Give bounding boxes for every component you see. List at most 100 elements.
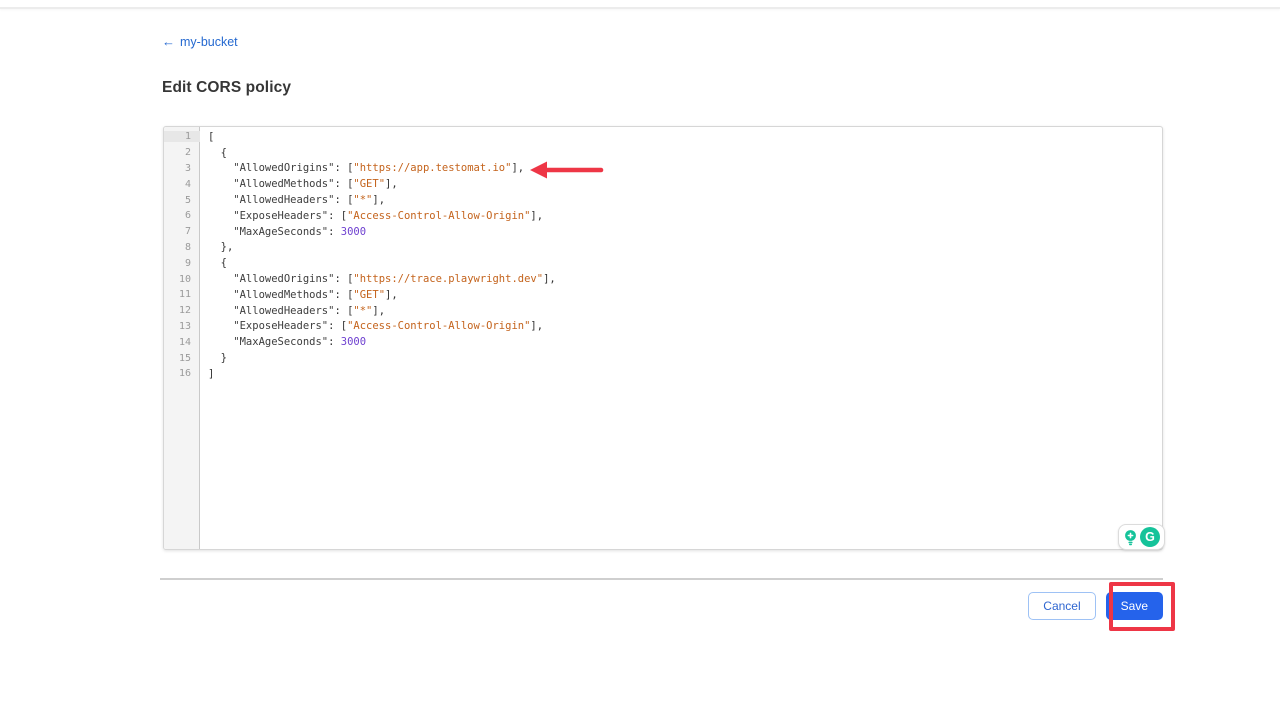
code-token: "AllowedHeaders": [208, 194, 334, 206]
code-line: 13 "ExposeHeaders": ["Access-Control-All…: [164, 319, 1162, 335]
code-text: "ExposeHeaders": ["Access-Control-Allow-…: [200, 320, 543, 332]
line-number: 14: [164, 337, 200, 348]
code-token: : [: [334, 178, 353, 190]
code-token: : [: [328, 320, 347, 332]
code-token: 3000: [341, 336, 366, 348]
code-token: "AllowedHeaders": [208, 305, 334, 317]
code-token: "https://app.testomat.io": [353, 162, 511, 174]
code-line: 4 "AllowedMethods": ["GET"],: [164, 176, 1162, 192]
code-token: "AllowedOrigins": [208, 162, 334, 174]
code-token: "ExposeHeaders": [208, 320, 328, 332]
code-token: :: [328, 336, 341, 348]
line-number: 2: [164, 147, 200, 158]
line-number: 7: [164, 226, 200, 237]
code-text: },: [200, 241, 233, 253]
code-token: "ExposeHeaders": [208, 210, 328, 222]
code-line: 16]: [164, 366, 1162, 382]
line-number: 11: [164, 289, 200, 300]
code-token: ],: [385, 178, 398, 190]
code-text: "ExposeHeaders": ["Access-Control-Allow-…: [200, 210, 543, 222]
code-line: 8 },: [164, 240, 1162, 256]
code-token: {: [208, 147, 227, 159]
line-number: 16: [164, 368, 200, 379]
back-arrow-icon: ←: [162, 34, 175, 49]
line-number: 9: [164, 258, 200, 269]
grammarly-widget[interactable]: G: [1118, 524, 1165, 550]
code-token: {: [208, 257, 227, 269]
code-token: : [: [334, 305, 353, 317]
code-token: 3000: [341, 226, 366, 238]
code-token: "Access-Control-Allow-Origin": [347, 320, 530, 332]
code-text: "MaxAgeSeconds": 3000: [200, 336, 366, 348]
code-token: "AllowedOrigins": [208, 273, 334, 285]
code-token: : [: [328, 210, 347, 222]
code-line: 14 "MaxAgeSeconds": 3000: [164, 334, 1162, 350]
code-token: :: [328, 226, 341, 238]
code-text: }: [200, 352, 227, 364]
code-text: "AllowedHeaders": ["*"],: [200, 194, 385, 206]
code-token: "AllowedMethods": [208, 289, 334, 301]
code-token: "AllowedMethods": [208, 178, 334, 190]
footer-divider: [160, 578, 1163, 580]
browser-chrome-edge: [0, 0, 1280, 9]
back-link[interactable]: ← my-bucket: [162, 34, 238, 49]
code-token: ],: [530, 320, 543, 332]
code-line: 9 {: [164, 255, 1162, 271]
code-token: },: [208, 241, 233, 253]
code-text: "AllowedOrigins": ["https://trace.playwr…: [200, 273, 556, 285]
code-token: ],: [372, 194, 385, 206]
footer-actions: Cancel Save: [160, 592, 1163, 620]
code-token: [: [208, 131, 214, 143]
code-token: ],: [385, 289, 398, 301]
code-text: "AllowedMethods": ["GET"],: [200, 289, 398, 301]
code-text: "AllowedHeaders": ["*"],: [200, 305, 385, 317]
cancel-button[interactable]: Cancel: [1028, 592, 1095, 620]
code-token: ]: [208, 368, 214, 380]
code-token: : [: [334, 289, 353, 301]
code-token: : [: [334, 194, 353, 206]
code-token: "https://trace.playwright.dev": [353, 273, 543, 285]
code-token: "GET": [353, 178, 385, 190]
code-token: ],: [530, 210, 543, 222]
code-token: "Access-Control-Allow-Origin": [347, 210, 530, 222]
code-line: 5 "AllowedHeaders": ["*"],: [164, 192, 1162, 208]
code-token: ],: [543, 273, 556, 285]
save-button[interactable]: Save: [1106, 592, 1163, 620]
line-number: 4: [164, 179, 200, 190]
code-line: 11 "AllowedMethods": ["GET"],: [164, 287, 1162, 303]
grammarly-logo[interactable]: G: [1140, 527, 1160, 547]
line-number: 3: [164, 163, 200, 174]
code-line: 2 {: [164, 145, 1162, 161]
line-number: 10: [164, 274, 200, 285]
code-text: {: [200, 147, 227, 159]
code-token: "GET": [353, 289, 385, 301]
code-text: {: [200, 257, 227, 269]
code-line: 6 "ExposeHeaders": ["Access-Control-Allo…: [164, 208, 1162, 224]
code-line: 7 "MaxAgeSeconds": 3000: [164, 224, 1162, 240]
code-token: ],: [511, 162, 524, 174]
back-link-label: my-bucket: [180, 35, 238, 49]
page-title: Edit CORS policy: [162, 79, 291, 97]
code-token: "MaxAgeSeconds": [208, 226, 328, 238]
line-number: 6: [164, 210, 200, 221]
code-token: : [: [334, 273, 353, 285]
line-number: 15: [164, 353, 200, 364]
line-number: 8: [164, 242, 200, 253]
line-number: 5: [164, 195, 200, 206]
code-text: "AllowedMethods": ["GET"],: [200, 178, 398, 190]
code-token: }: [208, 352, 227, 364]
code-text: ]: [200, 368, 214, 380]
code-token: "MaxAgeSeconds": [208, 336, 328, 348]
code-line: 10 "AllowedOrigins": ["https://trace.pla…: [164, 271, 1162, 287]
line-number: 12: [164, 305, 200, 316]
code-token: "*": [353, 194, 372, 206]
line-number: 1: [164, 131, 200, 142]
code-text: "AllowedOrigins": ["https://app.testomat…: [200, 162, 524, 174]
cors-policy-editor[interactable]: 1[2 {3 "AllowedOrigins": ["https://app.t…: [163, 126, 1163, 550]
lightbulb-icon[interactable]: [1123, 529, 1138, 546]
code-text: "MaxAgeSeconds": 3000: [200, 226, 366, 238]
code-token: ],: [372, 305, 385, 317]
code-line: 1[: [164, 129, 1162, 145]
code-line: 15 }: [164, 350, 1162, 366]
page: ← my-bucket Edit CORS policy 1[2 {3 "All…: [0, 0, 1280, 720]
